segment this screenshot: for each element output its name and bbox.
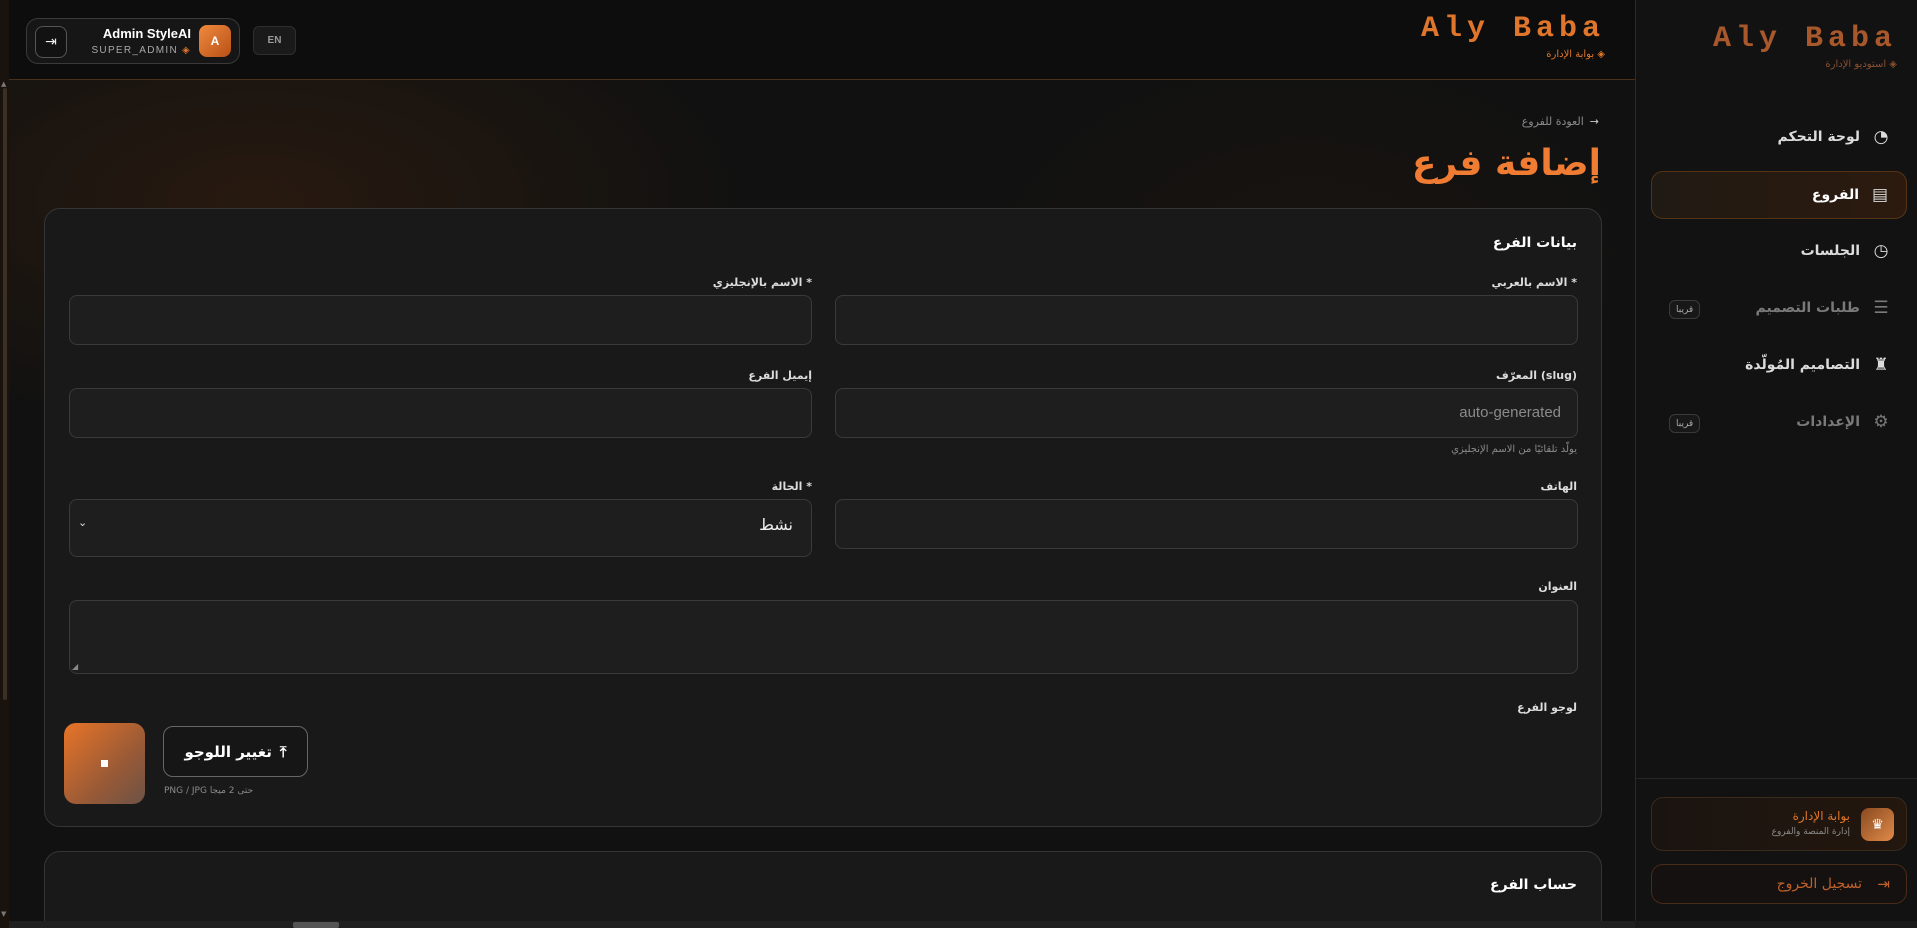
scrollbar-thumb[interactable] [3, 88, 7, 700]
sidebar-item-label: طلبات التصميم [1755, 300, 1860, 316]
crown-icon: ♛ [1861, 808, 1894, 841]
logo-label: لوجو الفرع [1517, 701, 1577, 714]
name-en-label: الاسم بالإنجليزي * [712, 276, 812, 289]
change-logo-label: تغيير اللوجو [184, 742, 272, 761]
language-toggle-button[interactable]: EN [253, 26, 296, 55]
user-chip: ⇥ Admin StyleAI SUPER_ADMIN ◈ A [26, 18, 240, 64]
sidebar-item-branches[interactable]: ▤ الفروع [1651, 171, 1907, 219]
back-link-label: العودة للفروع [1521, 115, 1584, 128]
main-content: ⇥ Admin StyleAI SUPER_ADMIN ◈ A EN Aly Ba… [9, 0, 1635, 928]
name-ar-label: الاسم بالعربي * [1491, 276, 1577, 289]
status-label: الحالة * [771, 480, 812, 493]
logout-icon[interactable]: ⇥ [35, 26, 67, 58]
sidebar-item-label: لوحة التحكم [1777, 129, 1860, 145]
store-icon: ▤ [1871, 185, 1889, 205]
avatar: A [199, 25, 231, 57]
portal-label-text: بوابة الإدارة [1546, 49, 1595, 60]
coming-soon-badge: قريبا [1669, 414, 1701, 433]
email-label: إيميل الفرع [748, 369, 812, 382]
shield-icon: ◈ [1889, 59, 1897, 70]
status-selected-value: نشط [759, 515, 793, 534]
user-role-text: SUPER_ADMIN [91, 45, 178, 56]
change-logo-button[interactable]: تغيير اللوجو ⤒ [163, 726, 308, 777]
scroll-up-icon[interactable]: ▲ [1, 80, 6, 88]
logo-preview [64, 723, 145, 804]
portal-subtitle: إدارة المنصة والفروع [1771, 827, 1850, 837]
sidebar-item-design-requests[interactable]: قريبا ☰ طلبات التصميم [1651, 285, 1907, 333]
arrow-right-icon: → [1589, 115, 1599, 128]
sidebar: Aly Baba استوديو الإدارة ◈ ◔ لوحة التحكم… [1635, 0, 1917, 928]
slug-placeholder: auto-generated [1459, 404, 1561, 421]
chevron-down-icon: ⌄ [78, 516, 88, 529]
address-textarea[interactable]: ◢ [69, 600, 1578, 674]
footer-strip [1635, 921, 1917, 928]
slug-hint: يولّد تلقائيًا من الاسم الإنجليزي [1451, 444, 1577, 455]
horizontal-scrollbar[interactable] [9, 921, 1635, 928]
admin-portal-card[interactable]: ♛ بوابة الإدارة إدارة المنصة والفروع [1651, 797, 1907, 851]
account-section-title: حساب الفرع [1490, 877, 1577, 893]
sidebar-subtitle: استوديو الإدارة ◈ [1713, 59, 1897, 70]
resize-grip-icon[interactable]: ◢ [72, 662, 78, 671]
horizontal-scrollbar-thumb[interactable] [293, 922, 339, 928]
name-en-input[interactable] [69, 295, 812, 345]
sidebar-item-generated-designs[interactable]: ♜ التصاميم المُولّدة [1651, 342, 1907, 390]
logout-icon: ⇥ [1877, 875, 1890, 893]
address-label: العنوان [1538, 580, 1577, 593]
window-left-scrollbar[interactable]: ▲ ▼ [0, 0, 9, 928]
phone-input[interactable] [835, 499, 1578, 549]
logout-label: تسجيل الخروج [1776, 876, 1862, 892]
logout-button[interactable]: ⇥ تسجيل الخروج [1651, 864, 1907, 904]
back-to-branches-link[interactable]: العودة للفروع → [1522, 115, 1599, 128]
slug-input[interactable]: auto-generated [835, 388, 1578, 438]
sidebar-item-label: التصاميم المُولّدة [1745, 357, 1860, 373]
shield-icon: ◈ [1597, 49, 1605, 60]
logo-placeholder-icon [101, 760, 108, 767]
user-role: SUPER_ADMIN ◈ [91, 45, 191, 56]
branch-account-card: حساب الفرع [44, 851, 1602, 928]
clock-icon: ◷ [1873, 241, 1889, 261]
user-name: Admin StyleAI [102, 26, 191, 41]
sidebar-item-dashboard[interactable]: ◔ لوحة التحكم [1651, 114, 1907, 162]
phone-label: الهاتف [1540, 480, 1577, 493]
shirt-icon: ♜ [1873, 355, 1889, 375]
sidebar-item-label: الفروع [1811, 187, 1859, 203]
portal-label: بوابة الإدارة ◈ [1421, 49, 1605, 60]
sidebar-item-label: الجلسات [1800, 243, 1860, 259]
sidebar-item-label: الإعدادات [1796, 414, 1860, 430]
scroll-down-icon[interactable]: ▼ [1, 910, 6, 918]
sidebar-brand: Aly Baba استوديو الإدارة ◈ [1713, 22, 1897, 70]
upload-icon: ⤒ [279, 742, 287, 761]
coming-soon-badge: قريبا [1669, 300, 1701, 319]
email-input[interactable] [69, 388, 812, 438]
shield-icon: ◈ [182, 45, 191, 56]
logo-hint: PNG / JPG حتى 2 ميجا [164, 786, 254, 796]
name-ar-input[interactable] [835, 295, 1578, 345]
gear-icon: ⚙ [1873, 412, 1889, 432]
pie-chart-icon: ◔ [1873, 127, 1889, 147]
sidebar-brand-logo: Aly Baba [1712, 22, 1897, 56]
sidebar-item-sessions[interactable]: ◷ الجلسات [1651, 228, 1907, 276]
top-brand: Aly Baba بوابة الإدارة ◈ [1421, 12, 1605, 60]
status-select[interactable]: نشط ⌄ [69, 499, 812, 557]
portal-title: بوابة الإدارة [1792, 809, 1850, 823]
list-check-icon: ☰ [1873, 298, 1889, 318]
section-title: بيانات الفرع [1492, 235, 1577, 251]
page-title: إضافة فرع [1411, 143, 1601, 184]
sidebar-divider [1636, 778, 1917, 779]
sidebar-item-settings[interactable]: قريبا ⚙ الإعدادات [1651, 399, 1907, 447]
page-scroll-area: العودة للفروع → إضافة فرع بيانات الفرع ال… [9, 81, 1635, 928]
brand-logo: Aly Baba [1420, 12, 1605, 46]
sidebar-subtitle-text: استوديو الإدارة [1825, 59, 1887, 70]
branch-info-card: بيانات الفرع الاسم بالعربي * الاسم بالإن… [44, 208, 1602, 827]
slug-label: المعرّف (slug) [1495, 369, 1577, 382]
top-bar: ⇥ Admin StyleAI SUPER_ADMIN ◈ A EN Aly Ba… [9, 0, 1635, 80]
